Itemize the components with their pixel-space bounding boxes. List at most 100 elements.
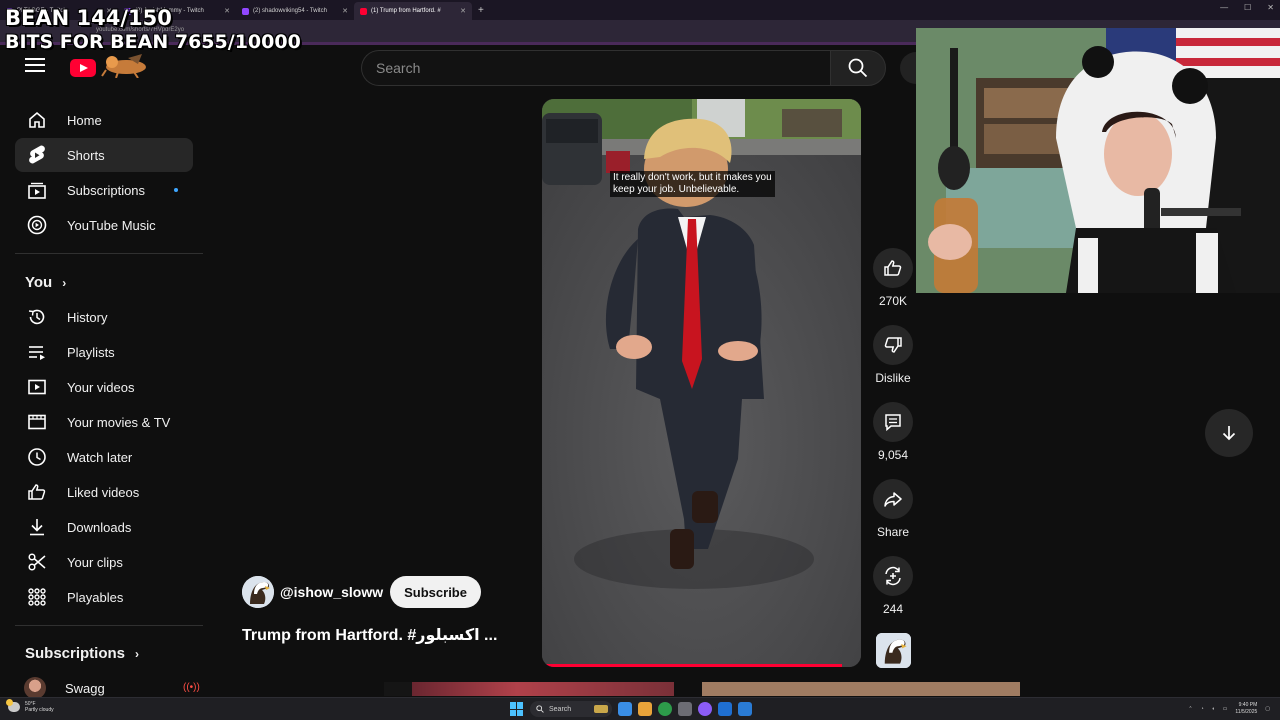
sidebar-item-label: Playables bbox=[67, 589, 124, 605]
chevron-right-icon: › bbox=[62, 275, 67, 290]
close-icon[interactable]: ✕ bbox=[460, 7, 466, 15]
menu-icon[interactable] bbox=[25, 58, 45, 76]
sidebar-item-youtube-music[interactable]: YouTube Music bbox=[15, 208, 193, 242]
sidebar-item-label: Downloads bbox=[67, 519, 132, 535]
close-icon[interactable]: ✕ bbox=[342, 7, 348, 15]
windows-start-icon[interactable] bbox=[510, 702, 524, 716]
windows-taskbar: 50°F Partly cloudy Search ⌃ ◔ ◖ ▭ 9:40 PM… bbox=[0, 697, 1280, 720]
app-icon[interactable] bbox=[698, 702, 712, 716]
dislike-action: Dislike bbox=[873, 325, 913, 385]
sidebar-item-label: Playlists bbox=[67, 344, 115, 360]
sound-thumbnail[interactable] bbox=[876, 633, 911, 668]
store-icon[interactable] bbox=[678, 702, 692, 716]
chevron-right-icon: › bbox=[135, 646, 140, 661]
sidebar-item-label: Home bbox=[67, 112, 102, 128]
sidebar-divider bbox=[15, 625, 203, 626]
browser-tab-active[interactable]: (1) Trump from Hartford. # ✕ bbox=[354, 2, 472, 20]
like-button[interactable] bbox=[873, 248, 913, 288]
comments-button[interactable] bbox=[873, 402, 913, 442]
thumbs-down-icon bbox=[884, 337, 902, 353]
channel-name[interactable]: @ishow_sloww bbox=[280, 584, 383, 600]
download-icon bbox=[25, 515, 49, 539]
weather-widget[interactable]: 50°F Partly cloudy bbox=[6, 699, 54, 713]
volume-icon[interactable]: ◖ bbox=[1212, 706, 1215, 712]
short-video-player[interactable]: It really don't work, but it makes you k… bbox=[542, 99, 861, 667]
weather-desc: Partly cloudy bbox=[25, 707, 54, 713]
maximize-icon[interactable]: ☐ bbox=[1244, 3, 1251, 12]
channel-info: @ishow_sloww Subscribe bbox=[242, 576, 481, 608]
youtube-logo[interactable] bbox=[70, 59, 96, 77]
taskbar-apps: Search bbox=[510, 701, 752, 717]
playlists-icon bbox=[25, 340, 49, 364]
movies-icon bbox=[25, 410, 49, 434]
video-progress-bar[interactable] bbox=[542, 664, 842, 667]
sidebar-item-label: Swagg bbox=[65, 680, 105, 696]
partly-cloudy-icon bbox=[6, 699, 20, 712]
share-button[interactable] bbox=[873, 479, 913, 519]
your-videos-icon bbox=[25, 375, 49, 399]
playables-icon bbox=[25, 585, 49, 609]
share-action: Share bbox=[873, 479, 913, 539]
search-button[interactable] bbox=[830, 50, 886, 86]
sidebar-item-history[interactable]: History bbox=[15, 300, 193, 334]
bean-goal-text: BEAN 144/150 bbox=[5, 6, 172, 30]
app-icon[interactable] bbox=[738, 702, 752, 716]
thumbs-up-icon bbox=[884, 260, 902, 276]
sidebar-item-your-clips[interactable]: Your clips bbox=[15, 545, 193, 579]
clock[interactable]: 9:40 PM 11/5/2025 bbox=[1235, 702, 1257, 716]
search-highlight-icon bbox=[594, 705, 608, 713]
chrome-icon[interactable] bbox=[658, 702, 672, 716]
sidebar-item-label: Liked videos bbox=[67, 484, 140, 500]
chevron-up-icon[interactable]: ⌃ bbox=[1188, 706, 1192, 712]
window-controls: — ☐ ✕ bbox=[1220, 3, 1274, 12]
sidebar-you-heading[interactable]: You › bbox=[25, 274, 66, 291]
video-caption: It really don't work, but it makes you k… bbox=[610, 171, 775, 197]
remix-button[interactable] bbox=[873, 556, 913, 596]
sidebar-item-downloads[interactable]: Downloads bbox=[15, 510, 193, 544]
sidebar-item-liked-videos[interactable]: Liked videos bbox=[15, 475, 193, 509]
minimize-icon[interactable]: — bbox=[1220, 3, 1228, 12]
clock-icon bbox=[25, 445, 49, 469]
search-input[interactable] bbox=[362, 51, 830, 85]
sidebar-item-your-videos[interactable]: Your videos bbox=[15, 370, 193, 404]
sidebar-item-movies[interactable]: Your movies & TV bbox=[15, 405, 193, 439]
sidebar-item-label: Shorts bbox=[67, 147, 105, 163]
edge-icon[interactable] bbox=[618, 702, 632, 716]
battery-icon[interactable]: ▭ bbox=[1223, 706, 1228, 712]
notification-icon[interactable]: ▢ bbox=[1265, 706, 1270, 712]
sidebar-item-subscriptions[interactable]: Subscriptions bbox=[15, 173, 193, 207]
sidebar-subscriptions-heading[interactable]: Subscriptions › bbox=[25, 645, 139, 662]
youtube-music-icon bbox=[25, 213, 49, 237]
youtube-doodle-icon[interactable] bbox=[98, 52, 154, 78]
taskbar-search[interactable]: Search bbox=[530, 701, 612, 717]
sidebar-item-label: Subscriptions bbox=[67, 182, 146, 198]
like-action: 270K bbox=[873, 248, 913, 308]
shorts-icon bbox=[25, 143, 49, 167]
sidebar-item-home[interactable]: Home bbox=[15, 103, 193, 137]
dislike-button[interactable] bbox=[873, 325, 913, 365]
sidebar-item-playlists[interactable]: Playlists bbox=[15, 335, 193, 369]
close-window-icon[interactable]: ✕ bbox=[1267, 3, 1274, 12]
next-short-preview[interactable] bbox=[412, 682, 674, 696]
channel-avatar[interactable] bbox=[242, 576, 274, 608]
sidebar-item-watch-later[interactable]: Watch later bbox=[15, 440, 193, 474]
remix-icon bbox=[885, 566, 901, 586]
sidebar-item-label: Watch later bbox=[67, 449, 133, 465]
stream-goal-overlay: BEAN 144/150 BITS FOR BEAN 7655/10000 bbox=[5, 6, 301, 54]
wifi-icon[interactable]: ◔ bbox=[1201, 706, 1204, 712]
bits-goal-text: BITS FOR BEAN 7655/10000 bbox=[5, 31, 301, 53]
arrow-down-icon bbox=[1222, 426, 1236, 441]
file-explorer-icon[interactable] bbox=[638, 702, 652, 716]
subscriptions-icon bbox=[25, 178, 49, 202]
sidebar-item-playables[interactable]: Playables bbox=[15, 580, 193, 614]
next-short-button[interactable] bbox=[1205, 409, 1253, 457]
sidebar-item-shorts[interactable]: Shorts bbox=[15, 138, 193, 172]
search-field[interactable] bbox=[361, 50, 830, 86]
short-title[interactable]: Trump from Hartford. #اكسبلور ... bbox=[242, 625, 497, 645]
sidebar-item-label: Your clips bbox=[67, 554, 123, 570]
subscribe-button[interactable]: Subscribe bbox=[390, 576, 481, 608]
system-tray: ⌃ ◔ ◖ ▭ 9:40 PM 11/5/2025 ▢ bbox=[1188, 702, 1270, 716]
new-tab-button[interactable]: + bbox=[478, 5, 484, 16]
mail-icon[interactable] bbox=[718, 702, 732, 716]
next-short-preview[interactable] bbox=[702, 682, 1020, 696]
